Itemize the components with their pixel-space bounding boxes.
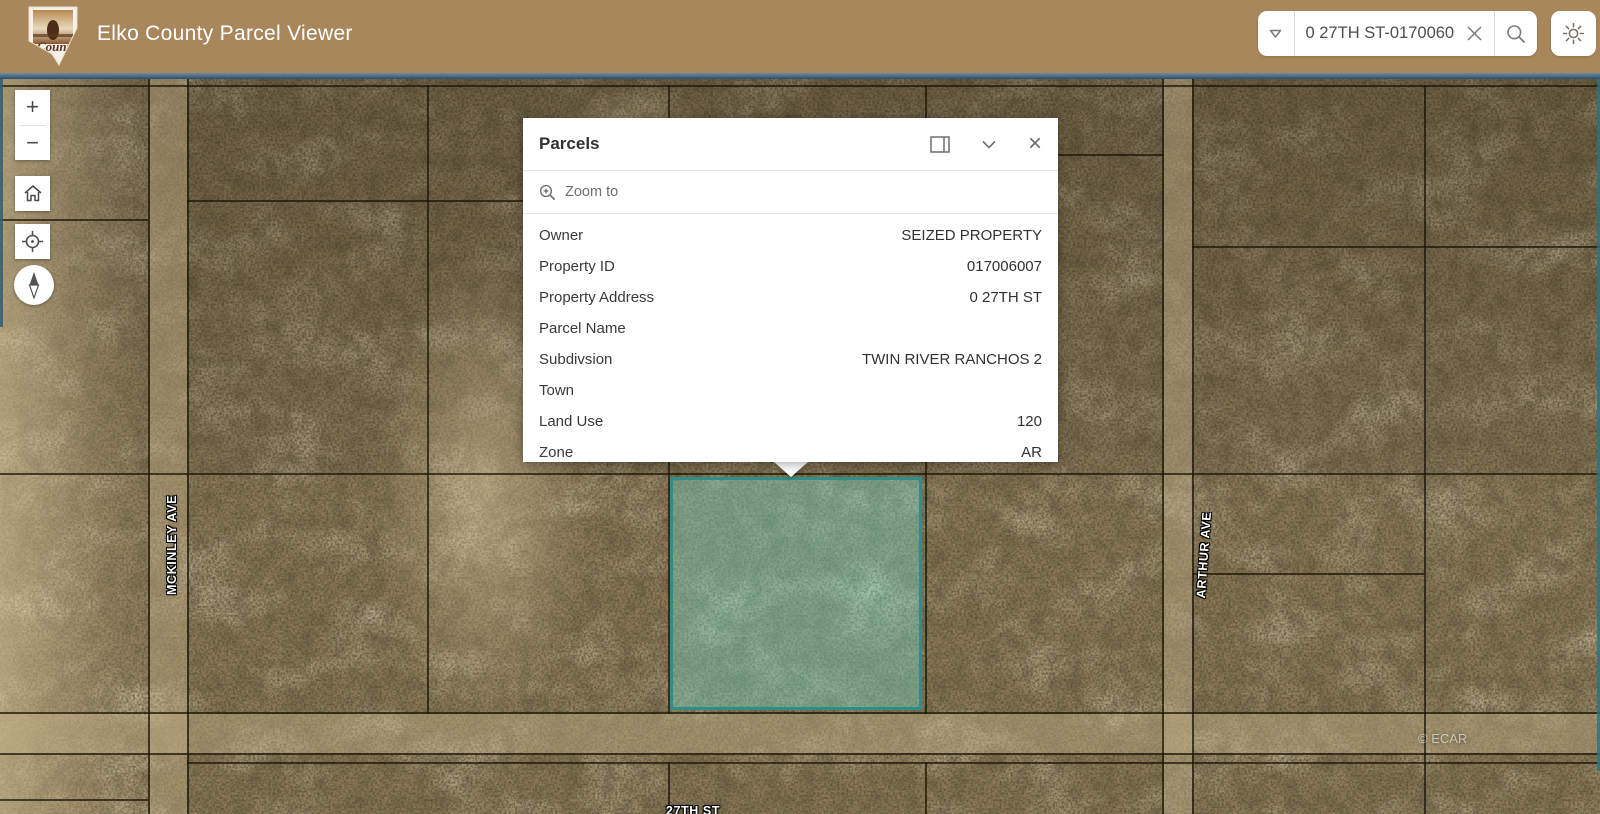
parcel-grid-line xyxy=(0,85,1600,87)
field-value: AR xyxy=(1021,444,1042,461)
light-mode-toggle-button[interactable] xyxy=(1551,11,1596,56)
elko-county-logo: County xyxy=(24,4,82,68)
attribute-row: Town xyxy=(523,375,1058,406)
road-mckinley-ave xyxy=(150,77,187,814)
parcel-grid-line xyxy=(1424,85,1426,814)
field-label: Parcel Name xyxy=(539,320,626,337)
popup-actions: × xyxy=(930,136,1042,153)
road-27th-st xyxy=(0,714,1600,753)
app-title: Elko County Parcel Viewer xyxy=(97,22,353,46)
parcel-grid-line xyxy=(148,77,150,814)
attribute-row: Land Use 120 xyxy=(523,406,1058,437)
locate-button[interactable] xyxy=(15,224,50,259)
zoom-to-icon xyxy=(539,184,556,201)
parcel-grid-line xyxy=(1192,573,1424,575)
zoom-to-action[interactable]: Zoom to xyxy=(523,171,1058,213)
parcel-grid-line xyxy=(925,762,927,814)
map-top-boundary-line xyxy=(0,73,1600,79)
dock-icon[interactable] xyxy=(930,136,950,153)
locate-icon xyxy=(21,230,44,253)
attribute-row: Property ID 017006007 xyxy=(523,251,1058,282)
parcel-grid-line xyxy=(427,85,429,714)
close-icon[interactable]: × xyxy=(1028,136,1042,152)
zoom-to-label: Zoom to xyxy=(565,184,618,200)
zoom-in-button[interactable]: + xyxy=(15,90,50,125)
clear-search-icon[interactable] xyxy=(1455,11,1493,56)
home-icon xyxy=(23,184,43,203)
search-dropdown-chevron-icon[interactable] xyxy=(1258,11,1294,56)
parcel-viewer-app: MCKINLEY AVE ARTHUR AVE 27TH ST © ECAR +… xyxy=(0,0,1600,814)
street-label-mckinley: MCKINLEY AVE xyxy=(165,495,179,595)
attribute-row: Property Address 0 27TH ST xyxy=(523,282,1058,313)
popup-header: Parcels × xyxy=(523,118,1058,170)
road-arthur-ave xyxy=(1164,77,1192,814)
map-left-boundary-line xyxy=(0,79,3,327)
parcel-grid-line xyxy=(187,762,1600,764)
attribute-row: Subdivsion TWIN RIVER RANCHOS 2 xyxy=(523,344,1058,375)
field-label: Subdivsion xyxy=(539,351,612,368)
map-canvas[interactable]: MCKINLEY AVE ARTHUR AVE 27TH ST © ECAR +… xyxy=(0,73,1600,814)
search-icon[interactable] xyxy=(1495,11,1537,56)
field-value: 017006007 xyxy=(967,258,1042,275)
parcel-grid-line xyxy=(0,712,1600,714)
parcel-grid-line xyxy=(0,219,148,221)
attribute-table: Owner SEIZED PROPERTY Property ID 017006… xyxy=(523,214,1058,462)
field-label: Town xyxy=(539,382,574,399)
popup-pointer xyxy=(774,462,808,477)
field-label: Land Use xyxy=(539,413,603,430)
field-label: Property ID xyxy=(539,258,615,275)
parcel-grid-line xyxy=(187,200,525,202)
parcel-grid-line xyxy=(187,77,189,814)
street-label-27th: 27TH ST xyxy=(666,804,720,814)
field-label: Zone xyxy=(539,444,573,461)
sun-icon xyxy=(1562,22,1585,45)
app-header: County Elko County Parcel Viewer 0 27TH … xyxy=(0,0,1600,73)
compass-needle-icon xyxy=(25,271,43,299)
selected-parcel-highlight[interactable] xyxy=(670,477,922,710)
parcel-grid-line xyxy=(0,799,148,801)
map-attribution: © ECAR xyxy=(1418,731,1467,746)
search-box: 0 27TH ST-017006007 xyxy=(1258,11,1537,56)
attribute-row: Zone AR xyxy=(523,437,1058,462)
home-button[interactable] xyxy=(15,176,50,211)
zoom-out-button[interactable]: − xyxy=(15,125,50,160)
parcel-grid-line xyxy=(1192,246,1600,248)
parcel-grid-line xyxy=(1192,77,1194,814)
field-label: Property Address xyxy=(539,289,654,306)
attribute-row: Owner SEIZED PROPERTY xyxy=(523,220,1058,251)
field-label: Owner xyxy=(539,227,583,244)
attribute-row: Parcel Name xyxy=(523,313,1058,344)
search-input[interactable]: 0 27TH ST-017006007 xyxy=(1295,24,1456,43)
parcel-grid-line xyxy=(1162,77,1164,814)
field-value: TWIN RIVER RANCHOS 2 xyxy=(862,351,1042,368)
collapse-chevron-icon[interactable] xyxy=(982,140,996,149)
compass-button[interactable] xyxy=(14,265,54,305)
parcel-grid-line xyxy=(1045,154,1164,156)
parcel-popup: Parcels × xyxy=(523,118,1058,462)
field-value: SEIZED PROPERTY xyxy=(901,227,1042,244)
zoom-widget: + − xyxy=(15,90,50,160)
field-value: 0 27TH ST xyxy=(969,289,1042,306)
popup-title: Parcels xyxy=(539,134,600,154)
parcel-grid-line xyxy=(0,753,1600,755)
field-value: 120 xyxy=(1017,413,1042,430)
